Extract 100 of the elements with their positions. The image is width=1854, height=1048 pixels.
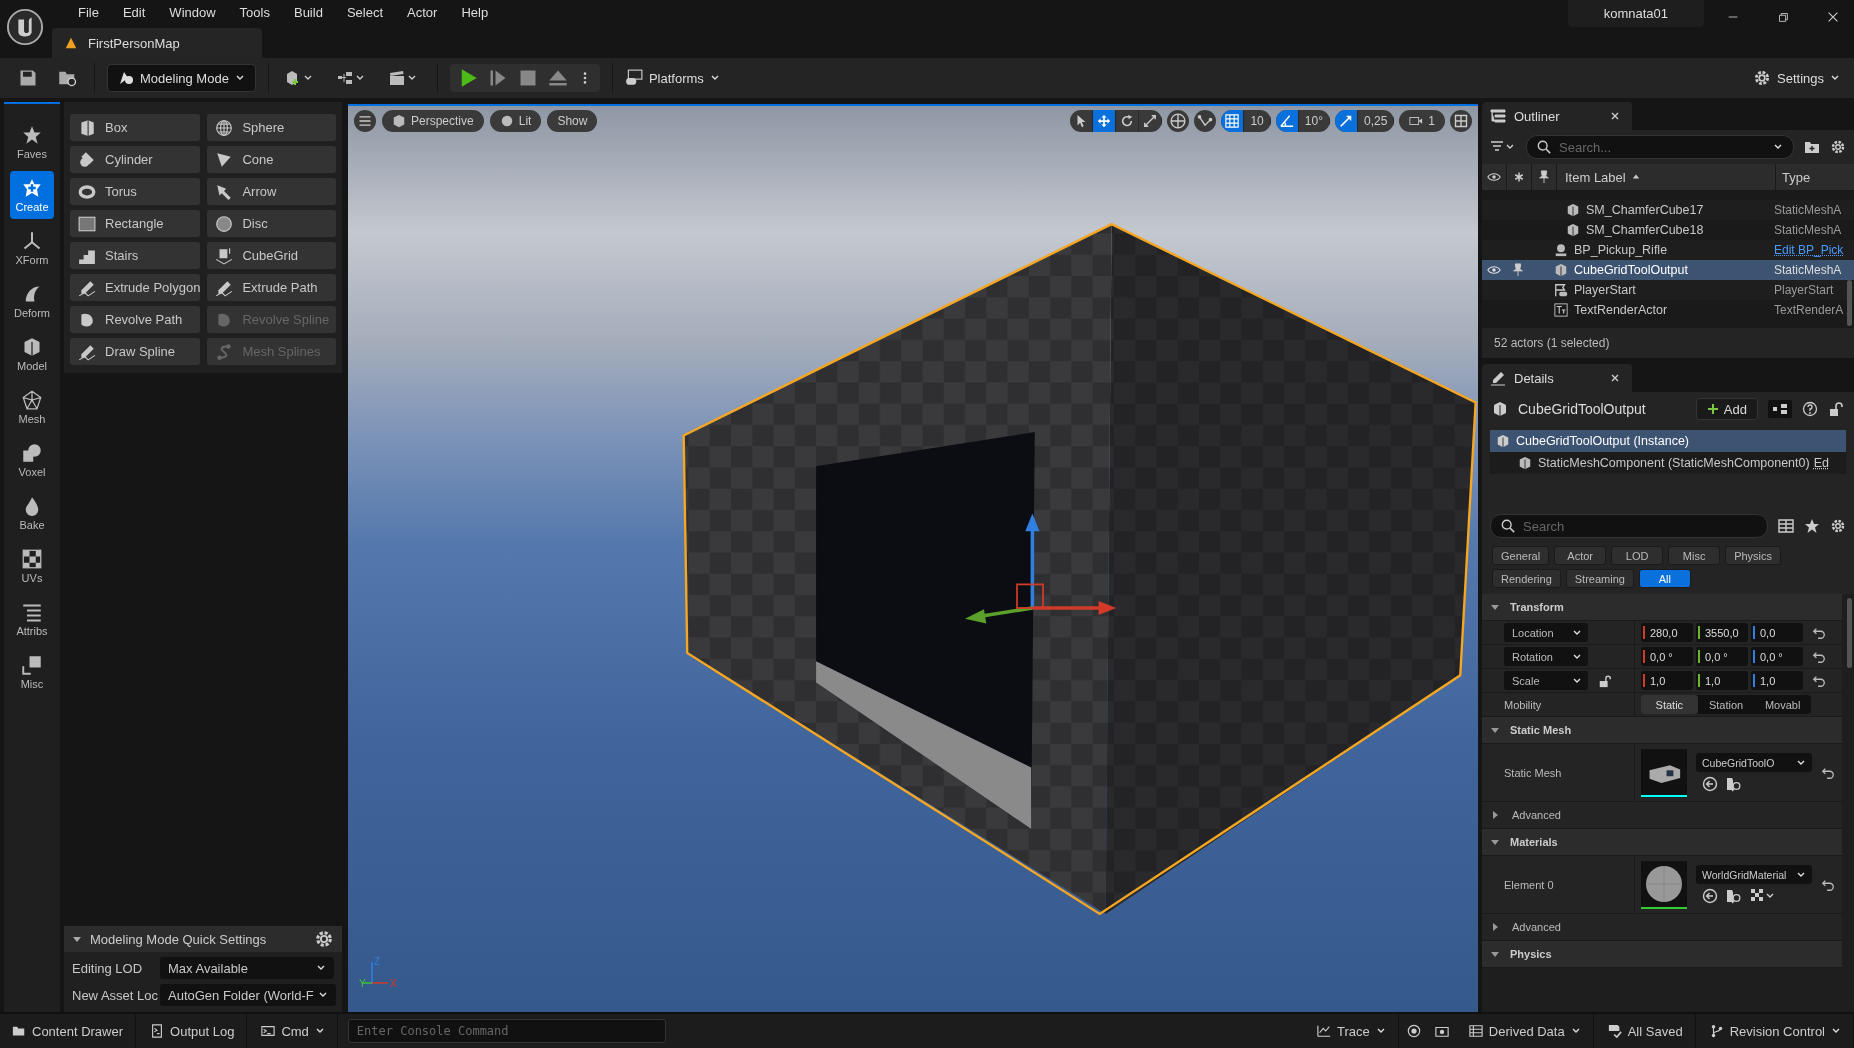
menu-item[interactable]: Tools — [227, 4, 282, 20]
component-row[interactable]: CubeGridToolOutput (Instance) — [1490, 430, 1846, 452]
grid-snap-toggle[interactable] — [1221, 110, 1245, 132]
platforms-dropdown[interactable]: Platforms — [624, 69, 720, 87]
number-field[interactable]: 1,0 — [1641, 671, 1693, 690]
help-icon[interactable] — [1802, 401, 1818, 417]
perspective-button[interactable]: Perspective — [382, 110, 484, 132]
lit-button[interactable]: Lit — [489, 110, 542, 132]
mobility-option[interactable]: Station — [1697, 695, 1755, 714]
camera-speed-button[interactable]: 1 — [1399, 110, 1445, 132]
filter-tab[interactable]: LOD — [1611, 546, 1664, 565]
number-field[interactable]: 1,0 — [1751, 671, 1803, 690]
mode-tab[interactable]: Attribs — [10, 595, 54, 643]
menu-item[interactable]: File — [66, 4, 111, 20]
restore-icon[interactable] — [1776, 10, 1790, 24]
setting-dropdown[interactable]: AutoGen Folder (World-F — [160, 984, 336, 1006]
filter-tab[interactable]: Actor — [1554, 546, 1607, 565]
add-component-button[interactable]: Add — [1695, 398, 1758, 420]
cmd-dropdown[interactable]: Cmd — [249, 1014, 338, 1048]
edit-link[interactable]: Ed — [1813, 456, 1829, 470]
section-header[interactable]: Transform — [1482, 594, 1842, 621]
camera-icon[interactable] — [1434, 1024, 1449, 1038]
component-row[interactable]: StaticMeshComponent (StaticMeshComponent0) — [1518, 456, 1810, 470]
mode-tab[interactable]: Create — [10, 171, 54, 219]
unlocked-padlock-icon[interactable] — [1598, 673, 1612, 688]
diagonal-arrow-snap-toggle[interactable] — [1334, 110, 1358, 132]
menu-item[interactable]: Edit — [110, 4, 158, 20]
snap-value-dropdown[interactable]: 10 — [1244, 110, 1271, 132]
filter-tab[interactable]: Physics — [1725, 546, 1782, 565]
section-header[interactable]: Modeling Mode Quick Settings — [64, 926, 342, 952]
revision-control-dropdown[interactable]: Revision Control — [1697, 1014, 1854, 1048]
number-field[interactable]: 1,0 — [1696, 671, 1748, 690]
outliner-row[interactable]: CubeGridToolOutput StaticMeshA — [1482, 260, 1854, 280]
save-status-button[interactable]: All Saved — [1595, 1014, 1696, 1048]
document-tab[interactable]: FirstPersonMap — [52, 28, 262, 58]
filter-tab[interactable]: Rendering — [1492, 569, 1561, 588]
number-field[interactable]: 0,0 ° — [1696, 647, 1748, 666]
blueprint-icon[interactable] — [1768, 400, 1792, 418]
transform-dropdown[interactable]: Rotation — [1504, 647, 1588, 666]
tool-button[interactable]: Disc — [207, 210, 336, 237]
mode-tab[interactable]: UVs — [10, 542, 54, 590]
outliner-row[interactable]: TextRenderActor TextRenderA — [1482, 300, 1854, 320]
close-icon[interactable] — [1826, 10, 1840, 24]
filter-tab[interactable]: General — [1492, 546, 1550, 565]
tool-button[interactable]: Rectangle — [70, 210, 201, 237]
close-icon[interactable] — [1610, 373, 1620, 383]
add-folder-icon[interactable] — [1804, 139, 1820, 155]
filter-tab[interactable]: Misc — [1668, 546, 1721, 565]
engine-logo-icon[interactable] — [6, 8, 44, 46]
pin-icon[interactable] — [1511, 263, 1525, 277]
outliner-row[interactable]: BP_Pickup_Rifle Edit BP_Pick — [1482, 240, 1854, 260]
section-header[interactable]: Materials — [1482, 829, 1842, 856]
number-field[interactable]: 0,0 ° — [1751, 647, 1803, 666]
mode-tab[interactable]: Faves — [10, 118, 54, 166]
transform-dropdown[interactable]: Location — [1504, 623, 1588, 642]
trace-dropdown[interactable]: Trace — [1305, 1014, 1399, 1048]
tool-button[interactable]: Extrude Path — [207, 274, 336, 301]
checker-dropdown-icon[interactable] — [1750, 888, 1776, 904]
table-icon[interactable] — [1778, 518, 1794, 534]
mode-dropdown[interactable]: Modeling Mode — [107, 64, 256, 92]
menu-item[interactable]: Build — [281, 4, 335, 20]
transform-gizmo-drawing[interactable] — [965, 513, 1117, 624]
collapse-triangle-icon[interactable] — [72, 934, 82, 944]
tool-button[interactable]: Cone — [207, 146, 336, 173]
transform-dropdown[interactable]: Scale — [1504, 671, 1588, 690]
settings-icon[interactable] — [1830, 139, 1846, 155]
record-icon[interactable] — [1406, 1024, 1421, 1038]
settings-icon[interactable] — [314, 929, 334, 949]
mode-tab[interactable]: Misc — [10, 648, 54, 696]
layout-icon[interactable] — [1450, 110, 1472, 132]
tool-button[interactable]: Revolve Path — [70, 306, 201, 333]
save-icon[interactable] — [18, 68, 38, 88]
status-bar-button[interactable]: Output Log — [138, 1014, 248, 1048]
number-field[interactable]: 0,0 ° — [1641, 647, 1693, 666]
tool-button[interactable]: Stairs — [70, 242, 201, 269]
filter-tab[interactable]: All — [1638, 569, 1691, 588]
mobility-option[interactable]: Static — [1641, 695, 1698, 714]
number-field[interactable]: 280,0 — [1641, 623, 1693, 642]
snap-value-dropdown[interactable]: 10° — [1298, 110, 1330, 132]
tool-button[interactable]: Arrow — [207, 178, 336, 205]
mode-tab[interactable]: XForm — [10, 224, 54, 272]
outliner-row[interactable]: PlayerStart PlayerStart — [1482, 280, 1854, 300]
status-bar-button[interactable]: Content Drawer — [0, 1014, 137, 1048]
pin-icon[interactable] — [1537, 170, 1551, 184]
mode-tab[interactable]: Voxel — [10, 436, 54, 484]
browse-folder-icon[interactable] — [1726, 888, 1742, 904]
show-button[interactable]: Show — [547, 110, 598, 132]
snap-value-dropdown[interactable]: 0,25 — [1357, 110, 1395, 132]
material-sphere-thumbnail[interactable] — [1641, 860, 1687, 909]
tool-button[interactable]: Box — [70, 114, 201, 141]
filter-tab[interactable]: Streaming — [1565, 569, 1634, 588]
tool-button[interactable]: CubeGrid — [207, 242, 336, 269]
asset-dropdown[interactable]: CubeGridToolO — [1696, 753, 1812, 772]
outliner-row[interactable]: SM_ChamferCube17 StaticMeshA — [1482, 200, 1854, 220]
eye-icon[interactable] — [1487, 263, 1501, 277]
mode-tab[interactable]: Mesh — [10, 383, 54, 431]
surface-snap-icon[interactable] — [1194, 110, 1217, 132]
derived-data-dropdown[interactable]: Derived Data — [1456, 1014, 1594, 1048]
setting-dropdown[interactable]: Max Available — [160, 957, 334, 979]
globe-icon[interactable] — [1167, 110, 1190, 132]
